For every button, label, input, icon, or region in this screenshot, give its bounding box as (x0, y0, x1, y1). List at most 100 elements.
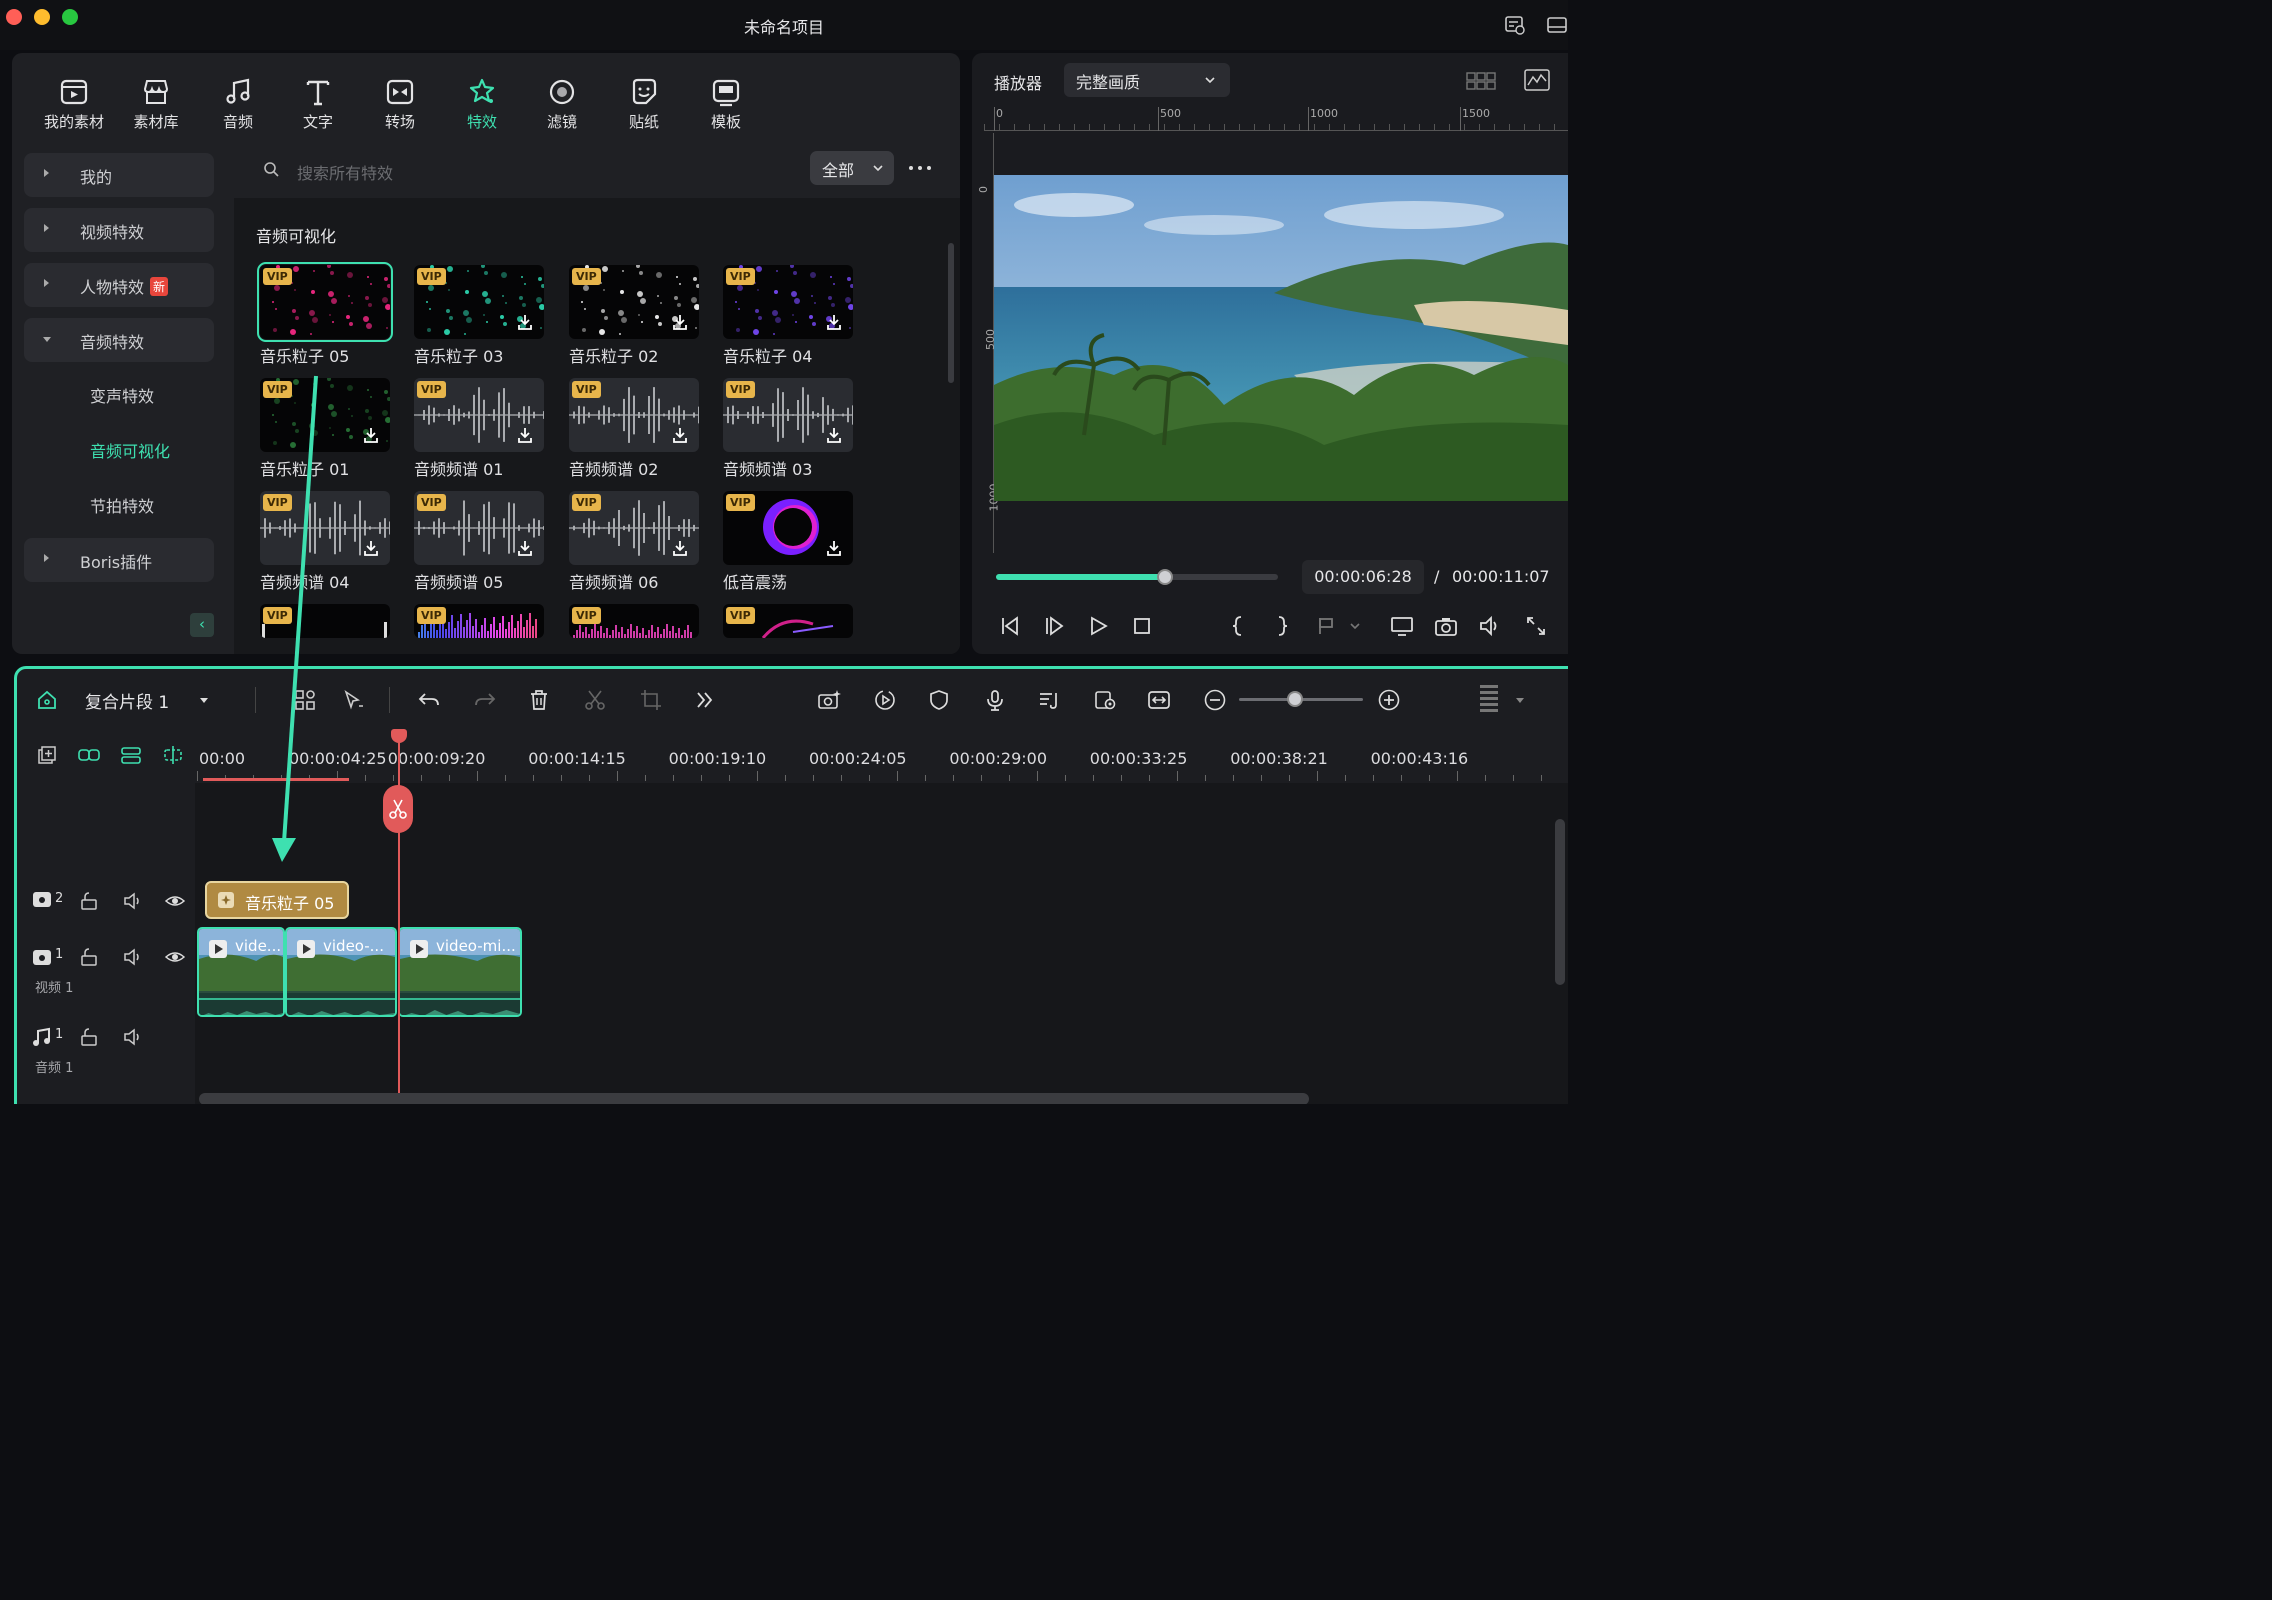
lock-icon[interactable] (79, 1027, 99, 1047)
effect-tile[interactable]: VIP (569, 604, 699, 638)
display-output-icon[interactable] (1390, 614, 1414, 638)
compound-clip-title[interactable]: 复合片段 1 (85, 688, 169, 713)
progress-knob[interactable] (1157, 569, 1174, 585)
auto-ripple-icon[interactable] (119, 745, 143, 765)
effect-tile[interactable]: VIP (723, 491, 853, 565)
volume-icon[interactable] (1478, 614, 1502, 638)
speaker-icon[interactable] (123, 1027, 143, 1047)
video-clip[interactable]: video-mi... (398, 927, 522, 1017)
tab-my-media[interactable]: 我的素材 (34, 77, 114, 132)
effect-tile[interactable]: VIP (260, 378, 390, 452)
effect-tile[interactable]: VIP (414, 265, 544, 339)
next-frame-icon[interactable] (1042, 614, 1066, 638)
tab-text[interactable]: 文字 (278, 77, 358, 132)
subcategory-beat-effects[interactable]: 节拍特效 (90, 493, 154, 517)
category-people-effects[interactable]: 人物特效新 (24, 263, 214, 307)
link-icon[interactable] (77, 745, 101, 765)
effect-tile[interactable]: VIP (569, 265, 699, 339)
download-icon[interactable] (671, 539, 689, 557)
fit-timeline-icon[interactable] (1147, 688, 1171, 712)
effect-tile[interactable]: VIP (723, 265, 853, 339)
work-area-range[interactable] (203, 778, 349, 781)
marker-icon[interactable] (1314, 614, 1338, 638)
dropdown-arrow-icon[interactable] (1513, 688, 1527, 712)
zoom-out-icon[interactable] (1203, 688, 1227, 712)
select-tool-icon[interactable] (341, 688, 365, 712)
speed-icon[interactable] (873, 688, 897, 712)
effect-tile[interactable]: VIP (257, 262, 393, 342)
project-info-icon[interactable] (1504, 14, 1526, 36)
microphone-icon[interactable] (983, 688, 1007, 712)
video-clip[interactable]: vide... (197, 927, 285, 1017)
add-track-icon[interactable] (37, 745, 57, 765)
tab-music-note[interactable]: 音频 (198, 77, 278, 132)
scopes-icon[interactable] (1524, 69, 1550, 91)
download-icon[interactable] (825, 313, 843, 331)
eye-icon[interactable] (165, 891, 185, 911)
category-audio-effects[interactable]: 音频特效 (24, 318, 214, 362)
split-scissors-icon[interactable] (583, 688, 607, 712)
download-icon[interactable] (516, 539, 534, 557)
tab-filter[interactable]: 滤镜 (522, 77, 602, 132)
chevron-down-icon[interactable] (1348, 614, 1362, 638)
effect-tile[interactable]: VIP (723, 604, 853, 638)
effect-tile[interactable]: VIP (414, 378, 544, 452)
subcategory-voice-changer[interactable]: 变声特效 (90, 383, 154, 407)
search-input[interactable]: 搜索所有特效 (257, 153, 817, 187)
playback-progress[interactable] (996, 569, 1278, 585)
snap-icon[interactable] (161, 745, 185, 765)
category-mine[interactable]: 我的 (24, 153, 214, 197)
video-clip[interactable]: video-... (285, 927, 397, 1017)
download-icon[interactable] (362, 539, 380, 557)
category-video-effects[interactable]: 视频特效 (24, 208, 214, 252)
speaker-icon[interactable] (123, 947, 143, 967)
audio-stretch-icon[interactable] (1037, 688, 1061, 712)
timeline-ruler[interactable]: 00:00 00:00:04:25 00:00:09:20 00:00:14:15 00… (197, 735, 1568, 783)
timeline-horizontal-scrollbar[interactable] (199, 1093, 1309, 1104)
multi-grid-icon[interactable] (293, 688, 317, 712)
effect-tile[interactable]: VIP (260, 491, 390, 565)
effect-tile[interactable]: VIP (569, 378, 699, 452)
tab-sticker[interactable]: 贴纸 (604, 77, 684, 132)
ai-camera-icon[interactable] (817, 688, 841, 712)
more-tools-icon[interactable] (693, 688, 717, 712)
download-icon[interactable] (516, 313, 534, 331)
download-icon[interactable] (825, 539, 843, 557)
lock-icon[interactable] (79, 891, 99, 911)
layout-icon[interactable] (1546, 14, 1568, 36)
category-boris-plugins[interactable]: Boris插件 (24, 538, 214, 582)
tab-effects-star[interactable]: 特效 (442, 77, 522, 132)
effect-tile[interactable]: VIP (569, 491, 699, 565)
subcategory-audio-visualizer[interactable]: 音频可视化 (90, 438, 170, 462)
effects-scrollbar[interactable] (948, 243, 954, 383)
speaker-icon[interactable] (123, 891, 143, 911)
snapshot-camera-icon[interactable] (1434, 614, 1458, 638)
mark-out-icon[interactable] (1270, 614, 1294, 638)
home-icon[interactable] (35, 688, 59, 712)
mask-shield-icon[interactable] (927, 688, 951, 712)
download-icon[interactable] (362, 426, 380, 444)
effect-tile[interactable]: VIP (723, 378, 853, 452)
render-preview-icon[interactable] (1093, 688, 1117, 712)
crop-icon[interactable] (639, 688, 663, 712)
quality-dropdown[interactable]: 完整画质 (1064, 63, 1230, 97)
split-at-playhead-button[interactable] (383, 785, 413, 833)
stop-icon[interactable] (1130, 614, 1154, 638)
tab-template[interactable]: 模板 (686, 77, 766, 132)
video-preview[interactable] (994, 175, 1568, 501)
effect-tile[interactable]: VIP (414, 491, 544, 565)
collapse-sidebar-button[interactable]: ‹ (190, 613, 214, 637)
track-options-icon[interactable] (1477, 683, 1501, 717)
more-options-icon[interactable] (906, 159, 934, 177)
mark-in-icon[interactable] (1226, 614, 1250, 638)
effect-clip[interactable]: 音乐粒子 05 (205, 881, 349, 919)
tab-stock-library[interactable]: 素材库 (116, 77, 196, 132)
lock-icon[interactable] (79, 947, 99, 967)
filter-dropdown[interactable]: 全部 (810, 151, 894, 185)
eye-icon[interactable] (165, 947, 185, 967)
effect-tile[interactable]: VIP (260, 604, 390, 638)
undo-icon[interactable] (417, 688, 441, 712)
grid-view-icon[interactable] (1466, 71, 1496, 91)
zoom-in-icon[interactable] (1377, 688, 1401, 712)
zoom-slider-knob[interactable] (1286, 691, 1303, 707)
